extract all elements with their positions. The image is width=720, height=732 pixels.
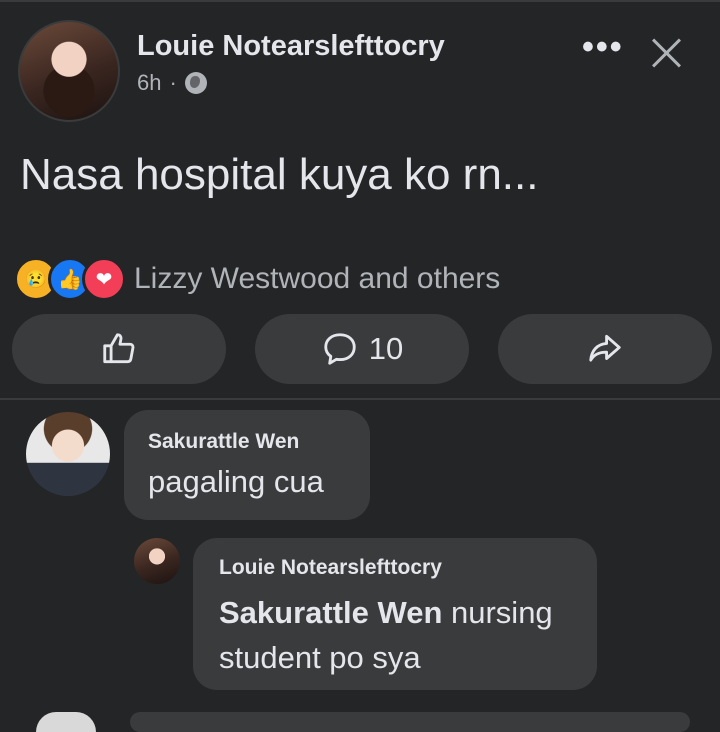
comment-count: 10 [368, 331, 404, 366]
love-reaction-icon: ❤ [82, 257, 126, 301]
more-options-button[interactable]: ••• [582, 28, 624, 67]
reply-bubble[interactable]: Louie Notearslefttocry Sakurattle Wen nu… [193, 538, 597, 690]
next-comment-bubble [130, 712, 690, 732]
reaction-summary[interactable]: 😢 👍 ❤ Lizzy Westwood and others [14, 257, 500, 301]
section-divider [0, 398, 720, 400]
reaction-names[interactable]: Lizzy Westwood and others [134, 262, 500, 296]
comment-bubble[interactable]: Sakurattle Wen pagaling cua [124, 410, 370, 520]
action-bar: 10 [12, 314, 712, 384]
like-button[interactable] [12, 314, 226, 384]
comment-icon [324, 333, 356, 365]
comment-button[interactable]: 10 [255, 314, 469, 384]
globe-icon [184, 72, 207, 94]
comment-text: pagaling cua [148, 464, 324, 499]
top-divider [0, 0, 720, 2]
reply-author-avatar[interactable] [134, 538, 180, 584]
next-comment-avatar [36, 712, 96, 732]
post-timestamp[interactable]: 6h [137, 70, 161, 96]
post-meta: 6h · [137, 70, 207, 96]
author-avatar[interactable] [18, 20, 120, 122]
post-text: Nasa hospital kuya ko rn... [20, 150, 539, 199]
reply-text: Sakurattle Wen nursing student po sya [219, 590, 571, 680]
reply-author[interactable]: Louie Notearslefttocry [219, 556, 571, 580]
post-author-name[interactable]: Louie Notearslefttocry [137, 30, 445, 63]
comment-author[interactable]: Sakurattle Wen [148, 430, 346, 454]
reply-mention[interactable]: Sakurattle Wen [219, 595, 442, 630]
thumbs-up-icon [103, 333, 135, 364]
share-button[interactable] [498, 314, 712, 384]
share-icon [589, 334, 621, 362]
meta-separator: · [169, 70, 177, 95]
close-icon[interactable] [650, 36, 684, 70]
commenter-avatar[interactable] [26, 412, 110, 496]
